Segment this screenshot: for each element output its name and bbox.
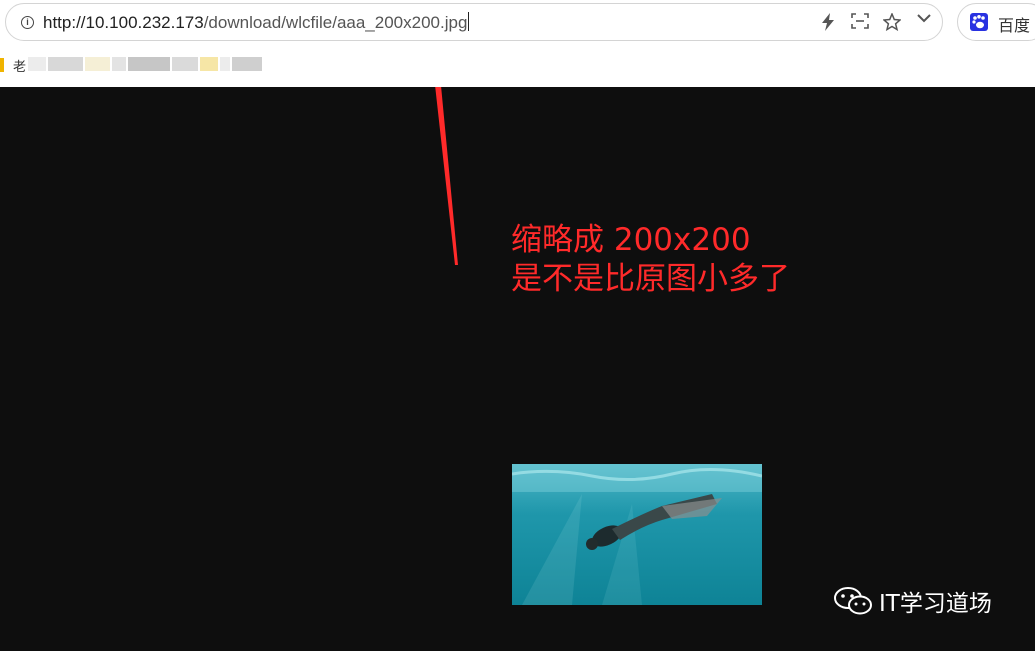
blurred-bookmark[interactable] bbox=[28, 57, 46, 71]
thumbnail-image bbox=[512, 464, 762, 605]
blurred-bookmark[interactable] bbox=[128, 57, 170, 71]
blurred-bookmark[interactable] bbox=[200, 57, 218, 71]
url-text[interactable]: http://10.100.232.173/download/wlcfile/a… bbox=[43, 12, 470, 33]
info-icon[interactable]: i bbox=[21, 16, 34, 29]
annotation-line1: 缩略成 200x200 bbox=[511, 222, 751, 258]
browser-chrome: i http://10.100.232.173/download/wlcfile… bbox=[0, 0, 1035, 87]
bookmarks-bar: 老 bbox=[0, 52, 400, 76]
url-path: /download/wlcfile/aaa_200x200.jpg bbox=[203, 13, 468, 32]
search-engine-box[interactable]: 百度 bbox=[957, 3, 1035, 41]
search-engine-label: 百度 bbox=[998, 18, 1031, 35]
wechat-icon bbox=[834, 587, 872, 615]
address-bar[interactable]: i http://10.100.232.173/download/wlcfile… bbox=[5, 3, 943, 41]
baidu-paw-icon bbox=[970, 13, 988, 31]
text-caret bbox=[468, 12, 470, 31]
address-tools bbox=[818, 11, 934, 33]
star-icon[interactable] bbox=[882, 11, 902, 33]
bookmark-item[interactable]: 老 bbox=[13, 56, 26, 75]
blurred-bookmark[interactable] bbox=[172, 57, 198, 71]
chevron-down-icon[interactable] bbox=[914, 11, 934, 33]
watermark-text: IT学习道场 bbox=[879, 591, 992, 617]
annotation-text: 缩略成 200x200 是不是比原图小多了 bbox=[511, 221, 790, 299]
annotation-line2: 是不是比原图小多了 bbox=[511, 261, 790, 297]
screenshot-icon[interactable] bbox=[850, 11, 870, 33]
blurred-bookmark[interactable] bbox=[48, 57, 83, 71]
bookmark-folder-icon bbox=[0, 58, 4, 72]
page-content: 缩略成 200x200 是不是比原图小多了 IT学习道场 bbox=[0, 87, 1035, 651]
blurred-bookmark[interactable] bbox=[232, 57, 262, 71]
lightning-icon[interactable] bbox=[818, 11, 838, 33]
url-host: http://10.100.232.173 bbox=[43, 13, 204, 32]
blurred-bookmark[interactable] bbox=[85, 57, 110, 71]
blurred-bookmark[interactable] bbox=[220, 57, 230, 71]
blurred-bookmark[interactable] bbox=[112, 57, 126, 71]
